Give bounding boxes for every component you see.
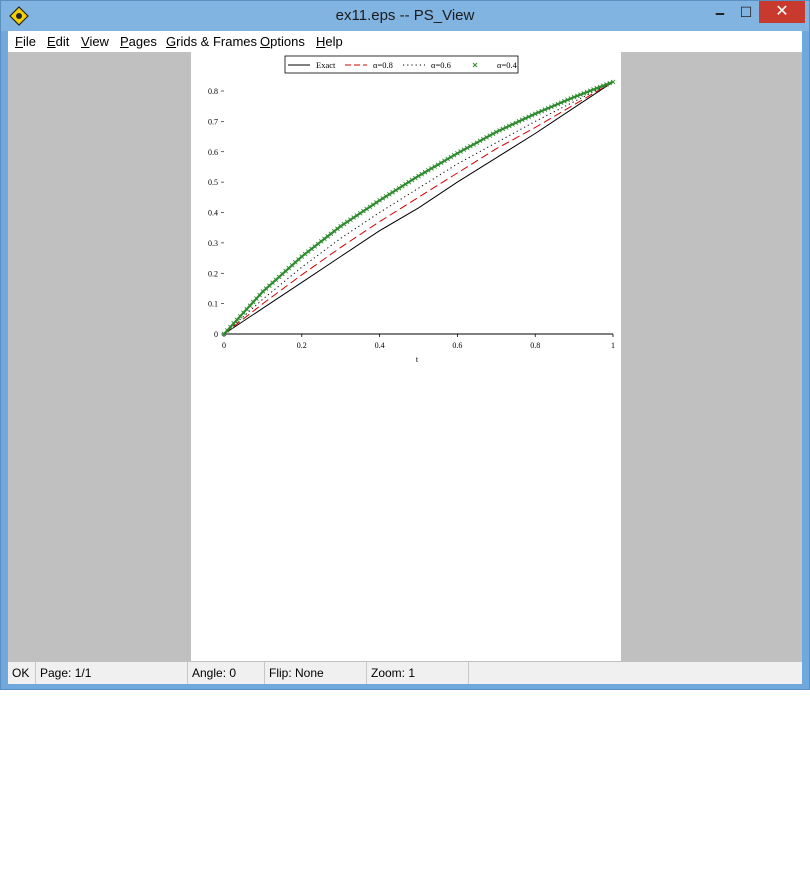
menu-edit[interactable]: Edit — [47, 34, 69, 49]
y-tick-label: 0.3 — [208, 239, 218, 248]
status-bar: OK Page: 1/1 Angle: 0 Flip: None Zoom: 1 — [8, 662, 802, 684]
chart-series — [221, 79, 616, 337]
menu-file[interactable]: File — [15, 34, 36, 49]
y-tick-label: 0.5 — [208, 178, 218, 187]
title-bar[interactable]: ex11.eps -- PS_View 🗕 ☐ ✕ — [1, 1, 809, 31]
close-button[interactable]: ✕ — [759, 1, 805, 23]
status-state: OK — [8, 662, 36, 684]
series-line-0 — [223, 81, 614, 335]
window-title: ex11.eps -- PS_View — [335, 7, 475, 24]
x-axis-label: t — [416, 355, 419, 364]
status-flip: Flip: None — [265, 662, 367, 684]
chart-axes: 0 0.2 0.4 0.6 0.8 1 0 0.1 0.2 0.3 0.4 0.5 0.6 0.7 0.8 — [208, 87, 615, 350]
menu-bar: File Edit View Pages Grids & Frames Opti… — [8, 31, 802, 52]
status-zoom: Zoom: 1 — [367, 662, 469, 684]
x-tick-label: 0.4 — [375, 341, 385, 350]
y-tick-label: 0.7 — [208, 117, 218, 126]
document-viewport[interactable]: Exact α=0.8 α=0.6 α=0.4 0 0.2 0.4 0.6 0.8 1 0 0.1 0… — [8, 52, 802, 662]
y-tick-label: 0.4 — [208, 209, 218, 218]
maximize-button[interactable]: ☐ — [731, 1, 761, 23]
x-tick-label: 1 — [611, 341, 615, 350]
x-tick-label: 0 — [222, 341, 226, 350]
y-tick-label: 0.8 — [208, 87, 218, 96]
x-tick-label: 0.2 — [297, 341, 307, 350]
app-window: ex11.eps -- PS_View 🗕 ☐ ✕ File Edit View… — [0, 0, 810, 690]
menu-grids-frames[interactable]: Grids & Frames — [166, 34, 257, 49]
legend-label: α=0.6 — [431, 60, 451, 70]
status-angle: Angle: 0 — [188, 662, 265, 684]
menu-pages[interactable]: Pages — [120, 34, 157, 49]
y-tick-label: 0 — [214, 330, 218, 339]
menu-options[interactable]: Options — [260, 34, 305, 49]
menu-help[interactable]: Help — [316, 34, 343, 49]
legend-label: Exact — [316, 60, 336, 70]
y-tick-label: 0.2 — [208, 269, 218, 278]
y-tick-label: 0.6 — [208, 148, 218, 157]
chart: Exact α=0.8 α=0.6 α=0.4 0 0.2 0.4 0.6 0.8 100.10… — [208, 55, 616, 364]
menu-view[interactable]: View — [81, 34, 109, 49]
y-tick-label: 0.1 — [208, 300, 218, 309]
document-page: Exact α=0.8 α=0.6 α=0.4 0 0.2 0.4 0.6 0.8 1 0 0.1 0… — [191, 52, 621, 661]
legend-label: α=0.8 — [373, 60, 393, 70]
x-tick-label: 0.8 — [530, 341, 540, 350]
legend-label: α=0.4 — [497, 60, 518, 70]
status-page: Page: 1/1 — [36, 662, 188, 684]
x-tick-label: 0.6 — [452, 341, 462, 350]
chart-legend: Exact α=0.8 α=0.6 α=0.4 — [284, 55, 519, 74]
